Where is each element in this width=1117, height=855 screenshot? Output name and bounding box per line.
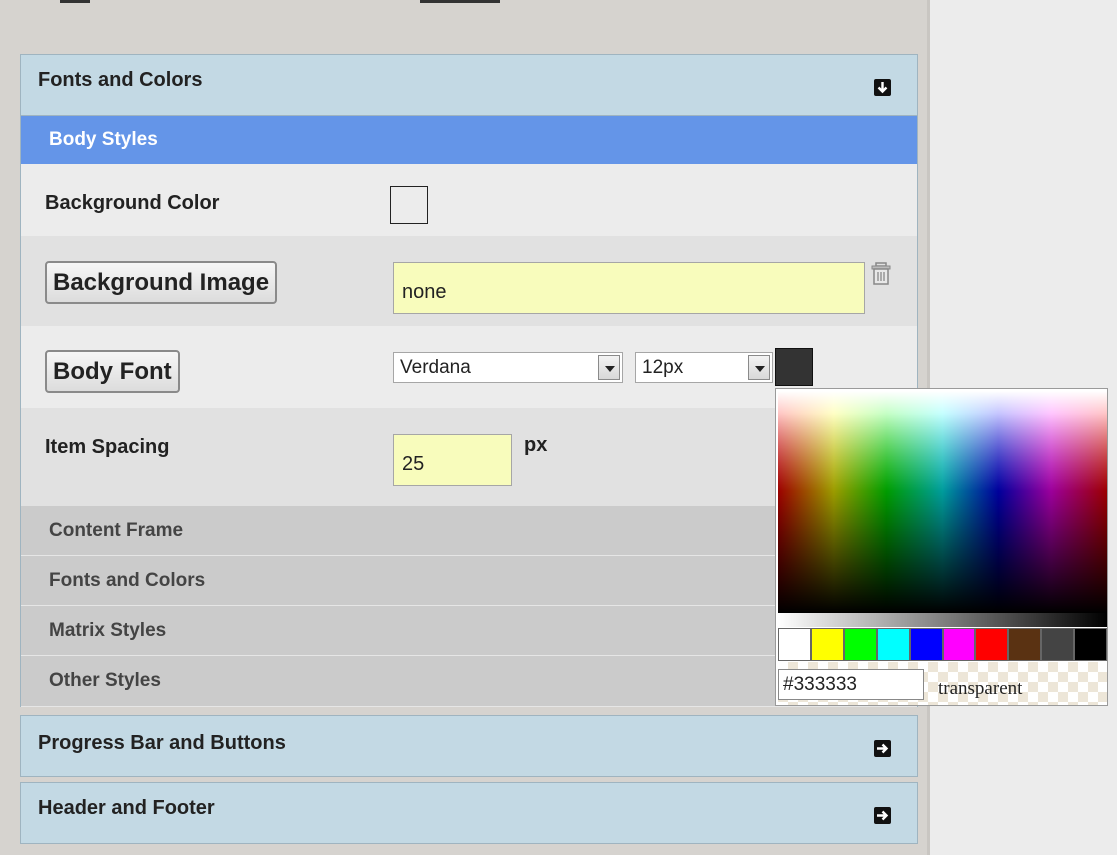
font-size-value: 12px — [642, 357, 684, 378]
color-picker-popup: transparent — [775, 388, 1108, 706]
collapse-down-arrow-icon[interactable] — [874, 79, 891, 96]
accordion-fonts-and-colors[interactable]: Fonts and Colors — [20, 54, 918, 116]
font-size-select[interactable]: 12px — [635, 352, 773, 383]
item-spacing-input[interactable] — [393, 434, 512, 486]
chevron-down-icon[interactable] — [598, 355, 620, 380]
body-styles-header[interactable]: Body Styles — [21, 116, 917, 164]
background-image-row: Background Image — [21, 236, 917, 326]
item-spacing-unit: px — [524, 434, 548, 456]
preset-swatch[interactable] — [1008, 628, 1042, 661]
chevron-down-icon[interactable] — [748, 355, 770, 380]
preset-swatch[interactable] — [1041, 628, 1075, 661]
grayscale-bar[interactable] — [778, 613, 1107, 627]
preset-swatch[interactable] — [1074, 628, 1108, 661]
preset-swatch[interactable] — [778, 628, 811, 661]
preset-swatch[interactable] — [843, 628, 877, 661]
background-color-row: Background Color — [21, 164, 917, 236]
top-clipped-text — [0, 0, 928, 8]
accordion-title: Header and Footer — [38, 797, 215, 819]
item-spacing-label: Item Spacing — [45, 436, 170, 458]
preset-swatch[interactable] — [942, 628, 976, 661]
font-color-swatch[interactable] — [775, 348, 813, 386]
transparent-option[interactable]: transparent — [938, 678, 1022, 700]
trash-icon[interactable] — [871, 260, 891, 286]
background-color-swatch[interactable] — [390, 186, 428, 224]
preset-swatch[interactable] — [810, 628, 844, 661]
body-font-button[interactable]: Body Font — [45, 350, 180, 393]
background-color-label: Background Color — [45, 192, 220, 214]
background-image-input[interactable] — [393, 262, 865, 314]
color-spectrum[interactable] — [778, 391, 1107, 613]
font-family-value: Verdana — [400, 357, 471, 378]
expand-right-arrow-icon[interactable] — [874, 807, 891, 824]
font-family-select[interactable]: Verdana — [393, 352, 623, 383]
preset-swatch[interactable] — [975, 628, 1009, 661]
accordion-header-and-footer[interactable]: Header and Footer — [20, 782, 918, 844]
accordion-title: Fonts and Colors — [38, 69, 203, 91]
accordion-title: Progress Bar and Buttons — [38, 732, 286, 754]
background-image-button[interactable]: Background Image — [45, 261, 278, 304]
expand-right-arrow-icon[interactable] — [874, 740, 891, 757]
preset-swatch[interactable] — [876, 628, 910, 661]
preset-swatch[interactable] — [909, 628, 943, 661]
preset-swatches — [778, 628, 1108, 661]
hex-color-input[interactable] — [778, 669, 924, 700]
accordion-progress-bar-and-buttons[interactable]: Progress Bar and Buttons — [20, 715, 918, 777]
